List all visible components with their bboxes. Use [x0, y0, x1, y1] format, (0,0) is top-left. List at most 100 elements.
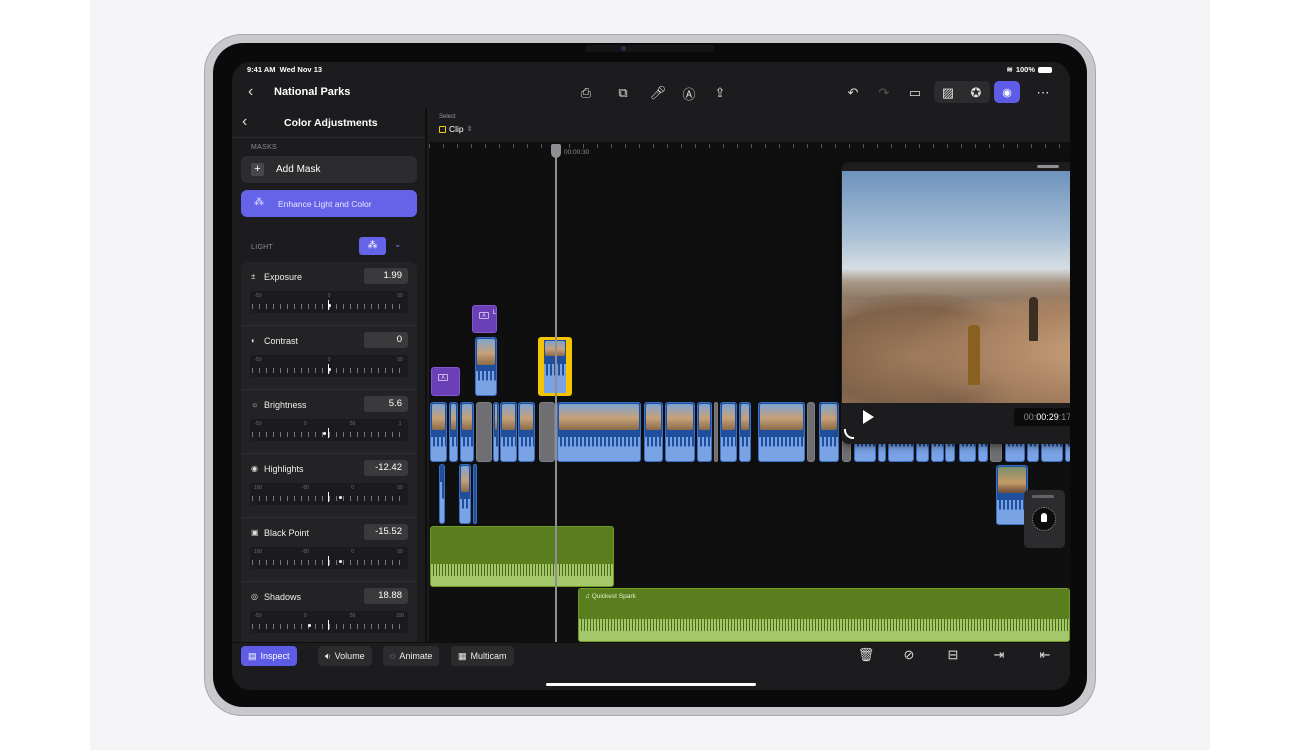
gap-clip[interactable]	[476, 402, 492, 462]
speaker-icon: 🔉︎	[325, 650, 331, 661]
plus-icon: +	[251, 163, 264, 176]
slider-knob[interactable]	[338, 560, 342, 563]
inspect-button[interactable]: ▤ Inspect	[241, 646, 297, 666]
masks-section-label: MASKS	[251, 144, 278, 151]
camera-button[interactable]: ⧉	[613, 83, 633, 103]
voiceover-button[interactable]: 🎤︎	[648, 83, 668, 103]
jog-wheel[interactable]	[1024, 490, 1065, 548]
video-clip[interactable]	[518, 402, 535, 462]
video-clip[interactable]	[430, 402, 447, 462]
slider-scale-label: -50	[254, 357, 262, 363]
gap-clip[interactable]	[807, 402, 815, 462]
video-clip[interactable]	[449, 402, 458, 462]
delete-button[interactable]: 🗑︎	[857, 647, 875, 665]
redo-button[interactable]: ↷	[874, 83, 894, 103]
adjustment-value-field[interactable]: 18.88	[364, 588, 408, 604]
viewer-timecode: 00:00:29:17	[1014, 408, 1070, 426]
undo-button[interactable]: ↶	[843, 83, 863, 103]
video-clip[interactable]	[739, 402, 751, 462]
slider-scale-label: 0	[351, 485, 355, 491]
audio-clip[interactable]	[430, 526, 614, 587]
slider-scale-label: 100	[395, 613, 405, 619]
inspect-icon: ▤	[248, 650, 257, 661]
adjustment-value-field[interactable]: 1.99	[364, 268, 408, 284]
video-clip[interactable]	[819, 402, 839, 462]
slider-knob[interactable]	[338, 496, 342, 499]
title-clip[interactable]: A L	[472, 305, 497, 333]
effects-browser-button[interactable]: ✪	[966, 83, 986, 103]
timeline-ruler[interactable]	[429, 142, 1070, 152]
gap-clip[interactable]	[539, 402, 555, 462]
enhance-light-color-button[interactable]: ⁂ Enhance Light and Color	[241, 190, 417, 217]
adjustment-icon: ◐	[251, 336, 256, 345]
adjustment-slider[interactable]: 100 -50 0 50	[250, 483, 408, 505]
inspector-back-button[interactable]: ‹	[242, 113, 247, 131]
music-clip[interactable]: ♫ Quickest Spark	[578, 588, 1070, 642]
auto-light-button[interactable]: ⁂	[359, 237, 386, 255]
video-clip[interactable]	[644, 402, 663, 462]
video-clip[interactable]	[697, 402, 712, 462]
wifi-icon: ≋	[1006, 65, 1013, 74]
add-mask-button[interactable]: + Add Mask	[241, 156, 417, 183]
adjustment-slider[interactable]: -50 0 50 1	[250, 419, 408, 441]
timeline[interactable]: Select Clip ⇕ 00:00:30 A L A ♫ Quickest …	[429, 108, 1070, 642]
video-clip[interactable]	[459, 464, 471, 524]
back-button[interactable]: ‹	[248, 83, 253, 101]
video-clip[interactable]	[460, 402, 474, 462]
select-label: Select	[439, 114, 456, 120]
adjustment-slider[interactable]: -50 0 50 100	[250, 611, 408, 633]
video-clip[interactable]	[720, 402, 737, 462]
home-indicator[interactable]	[546, 683, 756, 686]
adjustment-value-field[interactable]: 0	[364, 332, 408, 348]
video-clip[interactable]	[665, 402, 695, 462]
jog-dial[interactable]	[1032, 507, 1056, 531]
video-clip[interactable]	[475, 337, 497, 396]
split-icon: ⊟	[947, 647, 959, 662]
slider-knob[interactable]	[328, 368, 331, 371]
slider-knob[interactable]	[328, 304, 331, 307]
viewer-controls: 00:00:29:17 •••	[841, 403, 1070, 444]
viewer-grabber[interactable]	[1037, 165, 1059, 168]
redo-icon: ↷	[878, 85, 890, 100]
inspector-toggle-button[interactable]: ◉	[994, 81, 1020, 103]
more-button[interactable]: ⋯	[1033, 83, 1053, 103]
adjustment-slider[interactable]: 100 -50 0 50	[250, 547, 408, 569]
slider-scale-label: 0	[351, 549, 355, 555]
inspector-title: Color Adjustments	[284, 117, 378, 129]
animate-button[interactable]: ◌ Animate	[383, 646, 440, 666]
adjustment-value-field[interactable]: 5.6	[364, 396, 408, 412]
trash-icon: 🗑︎	[857, 647, 875, 662]
video-clip[interactable]	[493, 402, 499, 462]
confirm-button[interactable]: ⊘	[900, 647, 918, 665]
viewer-resize-handle[interactable]	[844, 429, 854, 439]
adjustment-slider[interactable]: -50 0 50	[250, 355, 408, 377]
video-clip[interactable]	[557, 402, 641, 462]
import-button[interactable]: ⎙	[576, 83, 596, 103]
layout-button[interactable]: ▭	[905, 83, 925, 103]
volume-button[interactable]: 🔉︎ Volume	[318, 646, 372, 666]
select-mode-picker[interactable]: Clip ⇕	[439, 124, 473, 134]
adjustment-slider[interactable]: -50 0 50	[250, 291, 408, 313]
title-clip[interactable]: A	[431, 367, 460, 396]
live-drawing-button[interactable]: Ⓐ	[679, 83, 699, 103]
slider-knob[interactable]	[307, 624, 311, 627]
adjustment-brightness: ☼ Brightness 5.6 -50 0 50 1	[241, 390, 417, 454]
playhead[interactable]	[555, 156, 557, 642]
share-button[interactable]: ⇪	[710, 83, 730, 103]
trim-end-button[interactable]: ⇤	[1036, 647, 1054, 665]
video-clip[interactable]	[758, 402, 805, 462]
multicam-button[interactable]: ▦ Multicam	[451, 646, 514, 666]
video-clip[interactable]	[473, 464, 477, 524]
split-button[interactable]: ⊟	[944, 647, 962, 665]
video-clip[interactable]	[439, 464, 445, 524]
play-button[interactable]	[863, 410, 874, 424]
adjustment-value-field[interactable]: -12.42	[364, 460, 408, 476]
video-clip[interactable]	[500, 402, 517, 462]
jog-grabber[interactable]	[1032, 495, 1054, 498]
photo-browser-button[interactable]: ▨	[938, 83, 958, 103]
person-figure	[1029, 297, 1038, 341]
trim-start-button[interactable]: ⇥	[990, 647, 1008, 665]
gap-clip[interactable]	[714, 402, 718, 462]
adjustment-value-field[interactable]: -15.52	[364, 524, 408, 540]
light-collapse-chevron-icon[interactable]: ⌄	[394, 239, 402, 250]
